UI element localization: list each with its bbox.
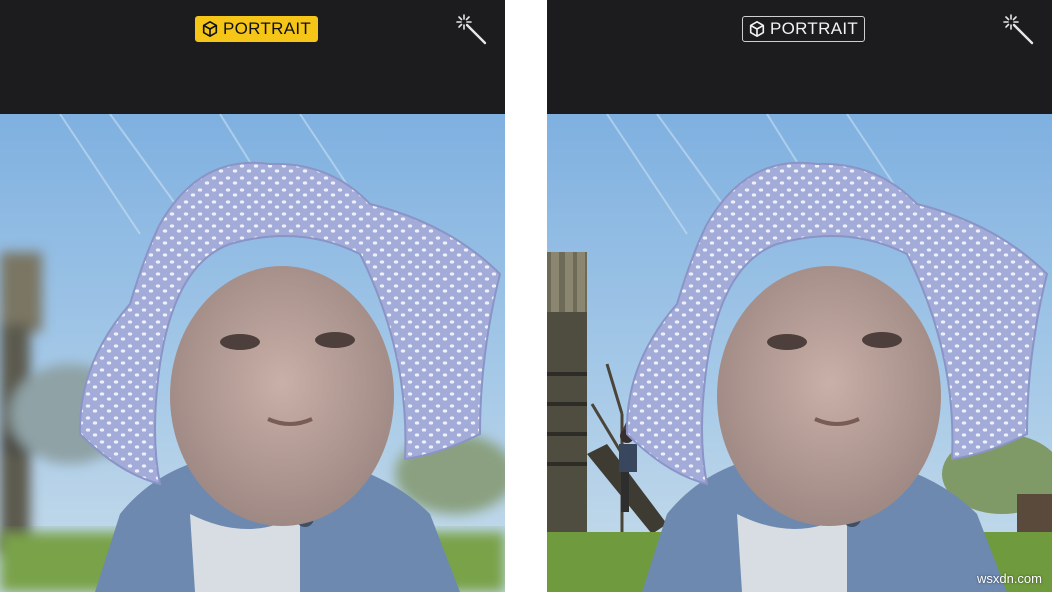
standard-photo: wsxdn.com (547, 114, 1052, 592)
magic-wand-icon[interactable] (1003, 14, 1035, 46)
portrait-mode-button[interactable]: PORTRAIT (195, 16, 319, 42)
portrait-mode-button[interactable]: PORTRAIT (742, 16, 866, 42)
watermark-text: wsxdn.com (976, 571, 1042, 586)
camera-toolbar: PORTRAIT (0, 0, 505, 114)
portrait-mode-view: PORTRAIT (0, 0, 505, 592)
cube-icon (749, 20, 765, 38)
magic-wand-icon[interactable] (456, 14, 488, 46)
standard-photo-view: PORTRAIT wsxdn.com (547, 0, 1052, 592)
portrait-label: PORTRAIT (770, 19, 859, 38)
cube-icon (202, 20, 218, 38)
portrait-photo (0, 114, 505, 592)
portrait-label: PORTRAIT (223, 19, 312, 38)
camera-toolbar: PORTRAIT (547, 0, 1052, 114)
